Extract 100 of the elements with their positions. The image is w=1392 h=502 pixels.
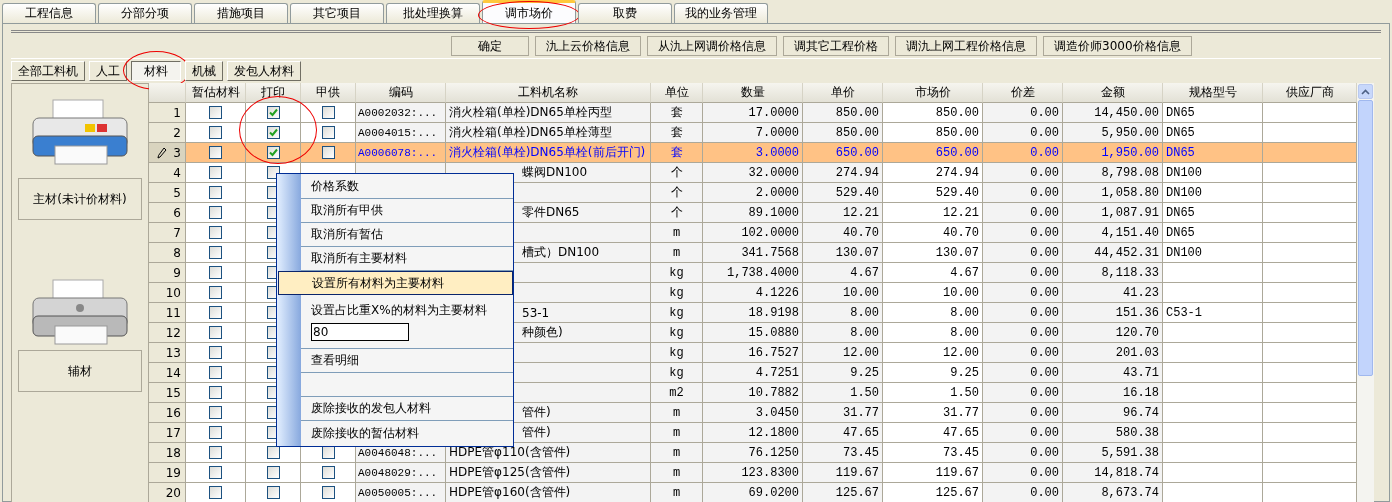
checkbox[interactable] bbox=[209, 106, 222, 119]
table-cell: 31.77 bbox=[883, 403, 983, 423]
checkbox[interactable] bbox=[266, 126, 280, 139]
checkbox[interactable] bbox=[209, 366, 222, 379]
row-header[interactable]: 5 bbox=[149, 183, 186, 203]
percent-field[interactable]: 80 bbox=[311, 323, 409, 341]
checkbox[interactable] bbox=[209, 406, 222, 419]
table-cell: DN100 bbox=[1163, 183, 1263, 203]
row-header[interactable]: 11 bbox=[149, 303, 186, 323]
category-tab[interactable]: 发包人材料 bbox=[227, 61, 301, 81]
toolbar-button[interactable]: 调造价师3000价格信息 bbox=[1043, 36, 1192, 56]
row-header[interactable]: 18 bbox=[149, 443, 186, 463]
row-header[interactable]: 8 bbox=[149, 243, 186, 263]
row-header[interactable]: 15 bbox=[149, 383, 186, 403]
checkbox[interactable] bbox=[209, 446, 222, 459]
row-header[interactable]: 4 bbox=[149, 163, 186, 183]
menu-item[interactable]: 废除接收的发包人材料 bbox=[301, 397, 513, 421]
column-header[interactable]: 编码 bbox=[356, 83, 446, 103]
category-button[interactable]: 主材(未计价材料) bbox=[18, 178, 142, 220]
checkbox[interactable] bbox=[209, 466, 222, 479]
row-header[interactable]: 16 bbox=[149, 403, 186, 423]
menu-item[interactable]: 查看明细 bbox=[301, 349, 513, 373]
row-header[interactable]: 13 bbox=[149, 343, 186, 363]
column-header[interactable]: 数量 bbox=[703, 83, 803, 103]
checkbox[interactable] bbox=[209, 346, 222, 359]
column-header[interactable]: 打印 bbox=[246, 83, 301, 103]
table-cell: 14,450.00 bbox=[1063, 103, 1163, 123]
table-cell: 130.07 bbox=[803, 243, 883, 263]
column-header[interactable]: 金额 bbox=[1063, 83, 1163, 103]
checkbox[interactable] bbox=[266, 466, 280, 479]
category-button[interactable]: 辅材 bbox=[18, 350, 142, 392]
tab[interactable]: 调市场价 bbox=[482, 0, 576, 23]
tab[interactable]: 批处理换算 bbox=[386, 3, 480, 23]
checkbox[interactable] bbox=[209, 306, 222, 319]
row-header[interactable]: 20 bbox=[149, 483, 186, 502]
column-header[interactable]: 工料机名称 bbox=[446, 83, 651, 103]
toolbar-button[interactable]: 确定 bbox=[451, 36, 529, 56]
checkbox[interactable] bbox=[321, 486, 335, 499]
row-header[interactable]: 9 bbox=[149, 263, 186, 283]
checkbox[interactable] bbox=[209, 386, 222, 399]
checkbox[interactable] bbox=[209, 186, 222, 199]
menu-item[interactable]: 设置所有材料为主要材料 bbox=[278, 271, 513, 295]
table-cell: 1.50 bbox=[803, 383, 883, 403]
checkbox[interactable] bbox=[321, 106, 335, 119]
checkbox[interactable] bbox=[209, 206, 222, 219]
row-header[interactable]: 3 bbox=[149, 143, 186, 163]
checkbox[interactable] bbox=[209, 426, 222, 439]
row-header[interactable]: 6 bbox=[149, 203, 186, 223]
checkbox[interactable] bbox=[266, 146, 280, 159]
menu-item[interactable]: 价格系数 bbox=[301, 175, 513, 199]
column-header[interactable]: 规格型号 bbox=[1163, 83, 1263, 103]
toolbar-button[interactable]: 从氿上网调价格信息 bbox=[647, 36, 777, 56]
checkbox[interactable] bbox=[209, 486, 222, 499]
column-header[interactable]: 价差 bbox=[983, 83, 1063, 103]
row-header[interactable]: 12 bbox=[149, 323, 186, 343]
checkbox[interactable] bbox=[209, 146, 222, 159]
tab[interactable]: 取费 bbox=[578, 3, 672, 23]
row-header[interactable]: 1 bbox=[149, 103, 186, 123]
checkbox[interactable] bbox=[266, 446, 280, 459]
category-tab[interactable]: 人工 bbox=[89, 61, 127, 81]
menu-item[interactable]: 取消所有甲供 bbox=[301, 199, 513, 223]
category-tab[interactable]: 全部工料机 bbox=[11, 61, 85, 81]
toolbar-button[interactable]: 调氿上网工程价格信息 bbox=[895, 36, 1037, 56]
tab[interactable]: 我的业务管理 bbox=[674, 3, 768, 23]
table-cell: 12.00 bbox=[803, 343, 883, 363]
menu-item[interactable]: 取消所有暂估 bbox=[301, 223, 513, 247]
category-tab[interactable]: 材料 bbox=[131, 61, 181, 81]
row-header[interactable]: 17 bbox=[149, 423, 186, 443]
table-cell: DN65 bbox=[1163, 203, 1263, 223]
scrollbar[interactable] bbox=[1357, 83, 1374, 502]
column-header[interactable]: 甲供 bbox=[301, 83, 356, 103]
row-header[interactable]: 7 bbox=[149, 223, 186, 243]
toolbar-button[interactable]: 氿上云价格信息 bbox=[535, 36, 641, 56]
checkbox[interactable] bbox=[209, 286, 222, 299]
row-header[interactable]: 14 bbox=[149, 363, 186, 383]
toolbar-button[interactable]: 调其它工程价格 bbox=[783, 36, 889, 56]
row-header[interactable]: 2 bbox=[149, 123, 186, 143]
checkbox[interactable] bbox=[266, 106, 280, 119]
checkbox[interactable] bbox=[321, 146, 335, 159]
tab[interactable]: 其它项目 bbox=[290, 3, 384, 23]
checkbox[interactable] bbox=[209, 226, 222, 239]
checkbox[interactable] bbox=[209, 326, 222, 339]
checkbox[interactable] bbox=[321, 466, 335, 479]
checkbox[interactable] bbox=[266, 486, 280, 499]
row-header[interactable]: 10 bbox=[149, 283, 186, 303]
column-header[interactable]: 单位 bbox=[651, 83, 703, 103]
column-header[interactable]: 市场价 bbox=[883, 83, 983, 103]
checkbox[interactable] bbox=[321, 126, 335, 139]
column-header[interactable]: 供应厂商 bbox=[1263, 83, 1357, 103]
checkbox[interactable] bbox=[209, 246, 222, 259]
row-header[interactable]: 19 bbox=[149, 463, 186, 483]
checkbox[interactable] bbox=[209, 126, 222, 139]
checkbox[interactable] bbox=[209, 166, 222, 179]
column-header[interactable]: 暂估材料 bbox=[186, 83, 246, 103]
checkbox[interactable] bbox=[209, 266, 222, 279]
tab[interactable]: 工程信息 bbox=[2, 3, 96, 23]
tab[interactable]: 措施项目 bbox=[194, 3, 288, 23]
category-tab[interactable]: 机械 bbox=[185, 61, 223, 81]
column-header[interactable]: 单价 bbox=[803, 83, 883, 103]
tab[interactable]: 分部分项 bbox=[98, 3, 192, 23]
